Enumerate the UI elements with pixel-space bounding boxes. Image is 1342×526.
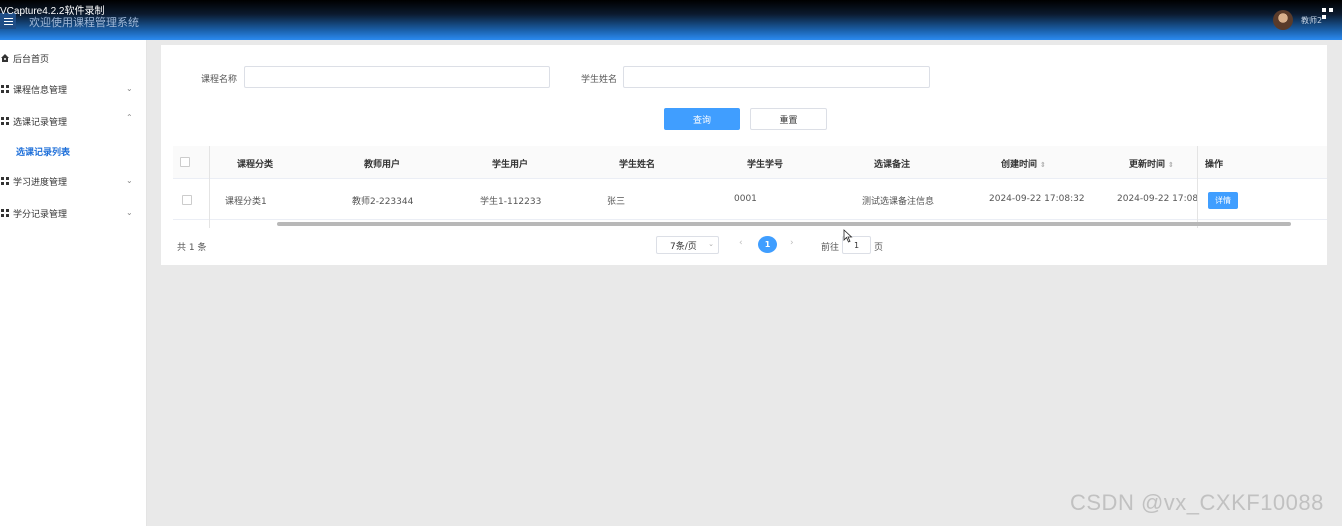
- top-header: 欢迎使用课程管理系统 VCapture4.2.2软件录制 教师2: [0, 0, 1342, 40]
- sidebar-item-course-info[interactable]: 课程信息管理 ⌄: [0, 79, 147, 99]
- mouse-cursor-icon: [843, 229, 853, 243]
- sidebar-item-label: 选课记录管理: [13, 117, 68, 128]
- cell-student-user: 学生1-112233: [480, 197, 542, 207]
- home-icon: [1, 54, 9, 62]
- sidebar-subitem-enrollment-list[interactable]: 选课记录列表: [16, 145, 70, 158]
- select-all-checkbox[interactable]: [180, 157, 190, 167]
- detail-button[interactable]: 详情: [1208, 192, 1238, 209]
- table-header-row: 课程分类 教师用户 学生用户 学生姓名 学生学号 选课备注 创建时间 ⇕ 更新时间…: [173, 146, 1327, 179]
- chevron-down-icon: ⌄: [126, 208, 133, 217]
- fullscreen-icon[interactable]: [1322, 8, 1334, 20]
- sidebar-item-label: 后台首页: [13, 54, 50, 65]
- cell-updated-at: 2024-09-22 17:08:3: [1117, 194, 1197, 204]
- next-page-button[interactable]: ›: [790, 238, 794, 248]
- sort-icon[interactable]: ⇕: [1040, 161, 1046, 169]
- horizontal-scrollbar[interactable]: [277, 222, 1291, 226]
- fixed-column-divider: [1197, 146, 1198, 228]
- course-name-label: 课程名称: [201, 75, 238, 85]
- pagination-total: 共 1 条: [177, 243, 207, 253]
- goto-label: 前往: [821, 243, 840, 253]
- data-table: 课程分类 教师用户 学生用户 学生姓名 学生学号 选课备注 创建时间 ⇕ 更新时间…: [173, 146, 1327, 228]
- grid-icon: [1, 117, 9, 125]
- fixed-column-divider: [209, 146, 210, 228]
- chevron-up-icon: ⌃: [126, 113, 133, 122]
- csdn-watermark: CSDN @vx_CXKF10088: [1070, 490, 1324, 515]
- grid-icon: [1, 85, 9, 93]
- username[interactable]: 教师2: [1301, 15, 1322, 26]
- cell-teacher-user: 教师2-223344: [352, 197, 414, 207]
- column-header: 选课备注: [874, 160, 911, 170]
- hamburger-line: [3, 23, 13, 25]
- sidebar-item-home[interactable]: 后台首页: [0, 48, 147, 68]
- course-name-input[interactable]: [244, 66, 550, 88]
- chevron-down-icon: ⌄: [126, 176, 133, 185]
- hamburger-line: [3, 20, 13, 22]
- sidebar-item-label: 课程信息管理: [13, 85, 68, 96]
- recorder-watermark: VCapture4.2.2软件录制: [0, 6, 105, 17]
- hamburger-line: [3, 17, 13, 19]
- sidebar: 后台首页 课程信息管理 ⌄ 选课记录管理 ⌃ 选课记录列表 学习进度管理 ⌄ 学…: [0, 40, 147, 526]
- cell-student-no: 0001: [734, 194, 757, 204]
- sidebar-item-enrollment[interactable]: 选课记录管理 ⌃: [0, 111, 147, 131]
- row-checkbox[interactable]: [182, 195, 192, 205]
- column-header: 学生学号: [747, 160, 784, 170]
- column-header: 课程分类: [237, 160, 274, 170]
- chevron-down-icon: ⌄: [126, 84, 133, 93]
- student-name-input[interactable]: [623, 66, 930, 88]
- column-header: 学生用户: [492, 160, 529, 170]
- column-header: 学生姓名: [619, 160, 656, 170]
- sidebar-item-credits[interactable]: 学分记录管理 ⌄: [0, 203, 147, 223]
- cell-student-name: 张三: [607, 197, 626, 207]
- current-page-number[interactable]: 1: [758, 236, 777, 253]
- cell-remark: 测试选课备注信息: [862, 197, 935, 207]
- grid-icon: [1, 209, 9, 217]
- column-header-label: 创建时间: [1001, 160, 1038, 170]
- query-button[interactable]: 查询: [664, 108, 740, 130]
- page-suffix-label: 页: [874, 243, 884, 253]
- sidebar-item-label: 学习进度管理: [13, 177, 68, 188]
- student-name-label: 学生姓名: [581, 75, 618, 85]
- avatar[interactable]: [1273, 10, 1293, 30]
- page-size-select[interactable]: 7条/页 ⌄: [656, 236, 719, 254]
- chevron-down-icon: ⌄: [708, 240, 714, 248]
- cell-created-at: 2024-09-22 17:08:32: [989, 194, 1085, 204]
- prev-page-button[interactable]: ‹: [739, 238, 743, 248]
- reset-button[interactable]: 重置: [750, 108, 827, 130]
- column-header: 操作: [1205, 160, 1224, 170]
- table-row: 课程分类1 教师2-223344 学生1-112233 张三 0001 测试选课…: [173, 179, 1327, 220]
- page-size-value: 7条/页: [670, 241, 697, 252]
- column-header-label: 更新时间: [1129, 160, 1166, 170]
- column-header-sortable[interactable]: 创建时间 ⇕: [1001, 157, 1046, 170]
- sidebar-item-label: 学分记录管理: [13, 209, 68, 220]
- sidebar-item-progress[interactable]: 学习进度管理 ⌄: [0, 171, 147, 191]
- column-header: 教师用户: [364, 160, 401, 170]
- cell-course-category: 课程分类1: [225, 197, 267, 207]
- column-header-sortable[interactable]: 更新时间 ⇕: [1129, 157, 1174, 170]
- sort-icon[interactable]: ⇕: [1168, 161, 1174, 169]
- grid-icon: [1, 177, 9, 185]
